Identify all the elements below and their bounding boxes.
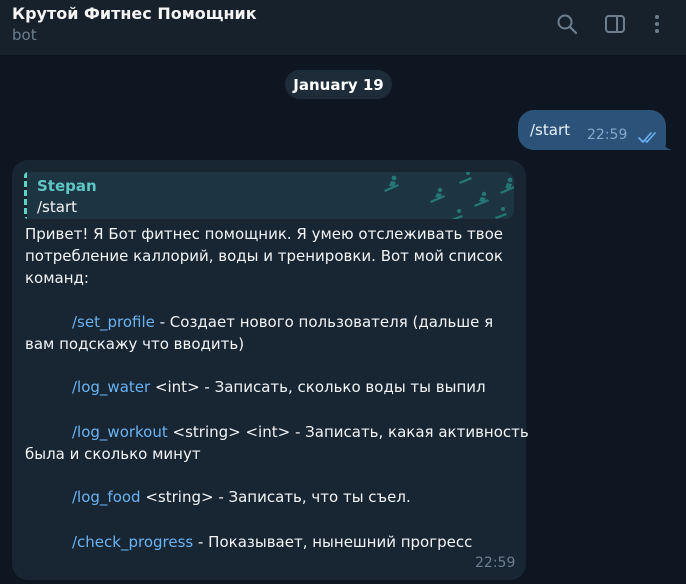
- message-text-line: потребление каллорий, воды и тренировки.…: [25, 247, 503, 265]
- reply-text: /start: [37, 198, 77, 216]
- command-link-log-food[interactable]: /log_food: [72, 488, 141, 506]
- snowboarder-pattern-icon: [384, 172, 514, 219]
- outgoing-message-text: /start: [530, 121, 570, 139]
- chat-subtitle: bot: [12, 26, 37, 44]
- command-args: <int>: [150, 378, 200, 396]
- command-line: /log_food <string> - Записать, что ты съ…: [72, 487, 411, 508]
- read-checkmark-icon: [638, 129, 660, 148]
- message-text-line: команд:: [25, 269, 89, 287]
- command-line: /check_progress - Показывает, нынешний п…: [72, 532, 472, 553]
- command-description: - Записать, что ты съел.: [213, 488, 411, 506]
- command-description-continued: вам подскажу что вводить): [25, 335, 245, 353]
- command-args: <string> <int>: [167, 423, 291, 441]
- more-vertical-icon[interactable]: [645, 12, 669, 36]
- chat-header: Крутой Фитнес Помощник bot: [0, 0, 686, 56]
- sidebar-toggle-icon[interactable]: [603, 12, 627, 36]
- command-link-set-profile[interactable]: /set_profile: [72, 313, 155, 331]
- outgoing-message-time: 22:59: [587, 127, 628, 143]
- reply-accent-bar: [24, 172, 27, 219]
- reply-quote[interactable]: Stepan /start: [24, 172, 514, 219]
- incoming-message-time: 22:59: [475, 555, 516, 571]
- message-list[interactable]: January 19 /start 22:59 Stepan /start Пр…: [0, 57, 686, 584]
- command-link-log-water[interactable]: /log_water: [72, 378, 150, 396]
- command-link-log-workout[interactable]: /log_workout: [72, 423, 168, 441]
- outgoing-message[interactable]: /start 22:59: [518, 110, 666, 150]
- command-line: /set_profile - Создает нового пользовате…: [72, 312, 493, 333]
- search-icon[interactable]: [555, 12, 579, 36]
- command-line: /log_water <int> - Записать, сколько вод…: [72, 377, 486, 398]
- command-description: - Записать, какая активность: [290, 423, 529, 441]
- message-text-line: Привет! Я Бот фитнес помощник. Я умею от…: [25, 225, 504, 243]
- bubble-tail-icon: [660, 136, 672, 150]
- command-description: - Записать, сколько воды ты выпил: [199, 378, 486, 396]
- date-separator[interactable]: January 19: [285, 70, 392, 99]
- reply-author: Stepan: [37, 177, 97, 195]
- command-description-continued: была и сколько минут: [25, 445, 201, 463]
- incoming-message[interactable]: Stepan /start Привет! Я Бот фитнес помощ…: [12, 160, 529, 580]
- chat-title[interactable]: Крутой Фитнес Помощник: [12, 4, 257, 23]
- command-link-check-progress[interactable]: /check_progress: [72, 533, 193, 551]
- command-description: - Показывает, нынешний прогресс: [193, 533, 473, 551]
- command-args: <string>: [140, 488, 214, 506]
- command-line: /log_workout <string> <int> - Записать, …: [72, 422, 529, 443]
- command-description: - Создает нового пользователя (дальше я: [154, 313, 494, 331]
